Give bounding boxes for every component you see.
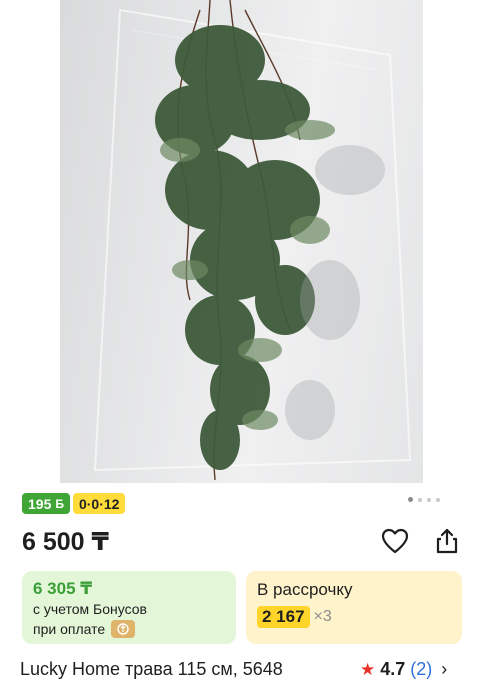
carousel-indicator	[408, 497, 440, 502]
product-price: 6 500 ₸	[22, 528, 109, 556]
heart-icon	[381, 528, 409, 554]
carousel-dot-active	[408, 497, 413, 502]
chevron-right-icon: ›	[441, 659, 448, 679]
favorite-button[interactable]	[380, 526, 410, 556]
installment-code: 0·0·12	[78, 495, 120, 512]
bonus-payment-line: при оплате	[33, 619, 225, 639]
share-icon	[436, 528, 458, 554]
star-icon: ★	[360, 659, 376, 679]
rating-score: 4.7	[380, 659, 406, 679]
badges-row: 195 Б 0·0·12	[22, 493, 126, 514]
bonus-amount: 195	[28, 495, 52, 512]
bonus-note-line1: с учетом Бонусов	[33, 601, 147, 617]
bonus-icon: Б	[55, 496, 64, 511]
installment-multiplier: ×3	[313, 608, 332, 625]
fern-illustration	[93, 0, 412, 481]
installment-amount: 2 167	[257, 606, 310, 628]
kaspi-pay-icon	[111, 620, 136, 638]
installment-badge[interactable]: 0·0·12	[72, 493, 126, 514]
product-image[interactable]	[60, 0, 423, 483]
bonus-price: 6 305 ₸	[33, 579, 93, 598]
installment-card[interactable]: В рассрочку 2 167 ×3	[246, 571, 462, 644]
installment-amount-row: 2 167 ×3	[257, 606, 451, 628]
rating-link[interactable]: ★ 4.7 (2) ›	[360, 659, 447, 680]
bonus-badge[interactable]: 195 Б	[22, 493, 70, 514]
bonus-note: с учетом Бонусов	[33, 599, 225, 619]
reviews-count[interactable]: (2)	[410, 659, 432, 680]
installment-label: В рассрочку	[257, 580, 353, 599]
carousel-dot	[427, 497, 431, 502]
carousel-dot	[418, 497, 422, 502]
carousel-dot	[436, 497, 440, 502]
bonus-price-card[interactable]: 6 305 ₸ с учетом Бонусов при оплате	[22, 571, 236, 644]
bonus-note-line2: при оплате	[33, 621, 106, 637]
share-button[interactable]	[432, 526, 462, 556]
product-title: Lucky Home трава 115 см, 5648	[20, 659, 283, 679]
